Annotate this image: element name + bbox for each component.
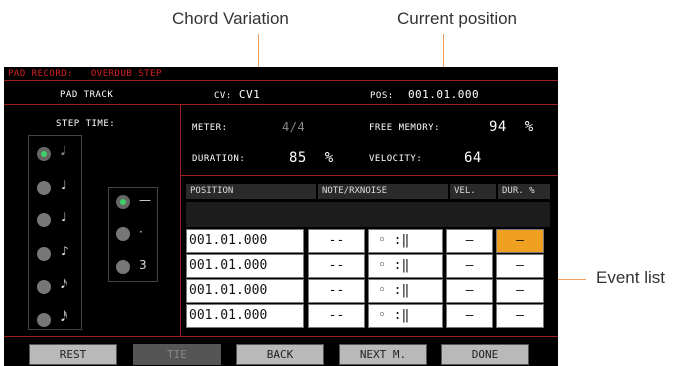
pos-label: POS:: [370, 91, 394, 101]
next-measure-button[interactable]: NEXT M.: [339, 344, 427, 365]
row-rx-noise-cell[interactable]: ◦ :‖: [368, 254, 443, 278]
free-memory-unit: %: [524, 119, 534, 135]
row-duration-cell[interactable]: –: [496, 254, 544, 278]
thirtysecond-note-icon: 𝅘𝅥𝅰: [61, 310, 68, 324]
row-note-cell[interactable]: --: [308, 229, 365, 253]
row-velocity-cell[interactable]: –: [446, 229, 493, 253]
cv-value: CV1: [238, 88, 261, 101]
duration-unit: %: [324, 150, 334, 166]
cv-label: CV:: [214, 91, 232, 101]
meter-label: METER:: [192, 123, 228, 133]
column-header-position: POSITION: [186, 184, 316, 199]
row-velocity-cell[interactable]: –: [446, 254, 493, 278]
row-duration-cell[interactable]: –: [496, 304, 544, 328]
track-name: PAD TRACK: [60, 90, 114, 100]
row-note-cell[interactable]: --: [308, 304, 365, 328]
modifier-dotted-radio[interactable]: [116, 227, 130, 241]
tie-button[interactable]: TIE: [133, 344, 221, 365]
step-quarter-note-radio[interactable]: [37, 181, 51, 195]
header-divider: [4, 104, 558, 105]
step-quarter-note-2-radio[interactable]: [37, 213, 51, 227]
callout-event-list: Event list: [596, 268, 665, 287]
row-velocity-cell[interactable]: –: [446, 304, 493, 328]
duration-label: DURATION:: [192, 154, 246, 164]
panel-divider: [180, 104, 181, 336]
duration-number: 85: [289, 150, 307, 166]
row-rx-noise-cell[interactable]: ◦ :‖: [368, 279, 443, 303]
row-position-cell[interactable]: 001.01.000: [186, 279, 304, 303]
dotted-modifier-icon: ·: [139, 225, 143, 239]
pos-value: 001.01.000: [407, 88, 480, 101]
rest-button[interactable]: REST: [29, 344, 117, 365]
eighth-note-icon: ♪: [61, 244, 69, 258]
triplet-modifier-icon: 3: [139, 258, 147, 272]
step-sixteenth-note-radio[interactable]: [37, 280, 51, 294]
step-time-group: [28, 135, 82, 330]
free-memory-number: 94: [489, 119, 507, 135]
normal-modifier-icon: —: [139, 193, 151, 207]
device-screen: PAD RECORD: OVERDUB STEP PAD TRACK CV: C…: [4, 67, 558, 366]
back-button[interactable]: BACK: [236, 344, 324, 365]
sixteenth-note-icon: 𝅘𝅥𝅯: [61, 277, 68, 291]
row-position-cell[interactable]: 001.01.000: [186, 254, 304, 278]
row-duration-cell[interactable]: –: [496, 279, 544, 303]
step-half-note-radio[interactable]: [37, 147, 51, 161]
velocity-label: VELOCITY:: [369, 154, 423, 164]
mode-label: OVERDUB STEP: [90, 69, 162, 79]
quarter-note-icon: ♩: [61, 178, 67, 192]
chord-variation-display[interactable]: CV: CV1: [214, 88, 260, 101]
footer-divider: [4, 336, 558, 337]
step-thirtysecond-note-radio[interactable]: [37, 313, 51, 327]
quarter-note-icon: ♩: [61, 210, 67, 224]
step-time-label: STEP TIME:: [56, 119, 116, 129]
row-duration-cell-selected[interactable]: –: [496, 229, 544, 253]
position-display[interactable]: POS: 001.01.000: [370, 88, 479, 101]
free-memory-value: 94 %: [489, 119, 534, 135]
title-label: PAD RECORD:: [8, 69, 74, 79]
done-button[interactable]: DONE: [441, 344, 529, 365]
title-divider: [4, 80, 558, 81]
row-position-cell[interactable]: 001.01.000: [186, 229, 304, 253]
info-divider: [180, 175, 558, 176]
row-velocity-cell[interactable]: –: [446, 279, 493, 303]
duration-value[interactable]: 85 %: [289, 150, 334, 166]
row-rx-noise-cell[interactable]: ◦ :‖: [368, 304, 443, 328]
meter-value: 4/4: [282, 120, 306, 134]
modifier-normal-radio[interactable]: [116, 195, 130, 209]
free-memory-label: FREE MEMORY:: [369, 123, 441, 133]
column-header-duration: DUR. %: [498, 184, 550, 199]
row-rx-noise-cell[interactable]: ◦ :‖: [368, 229, 443, 253]
row-note-cell[interactable]: --: [308, 279, 365, 303]
modifier-triplet-radio[interactable]: [116, 260, 130, 274]
step-eighth-note-radio[interactable]: [37, 247, 51, 261]
velocity-value[interactable]: 64: [464, 150, 482, 166]
half-note-icon: 𝅗𝅥: [61, 144, 65, 158]
column-header-velocity: VEL.: [450, 184, 496, 199]
page-title: PAD RECORD: OVERDUB STEP: [8, 69, 162, 79]
row-position-cell[interactable]: 001.01.000: [186, 304, 304, 328]
column-header-note: NOTE/RXNOISE: [318, 184, 448, 199]
callout-chord-variation: Chord Variation: [172, 9, 289, 28]
row-note-cell[interactable]: --: [308, 254, 365, 278]
callout-current-position: Current position: [397, 9, 518, 28]
table-empty-row: [186, 202, 550, 227]
